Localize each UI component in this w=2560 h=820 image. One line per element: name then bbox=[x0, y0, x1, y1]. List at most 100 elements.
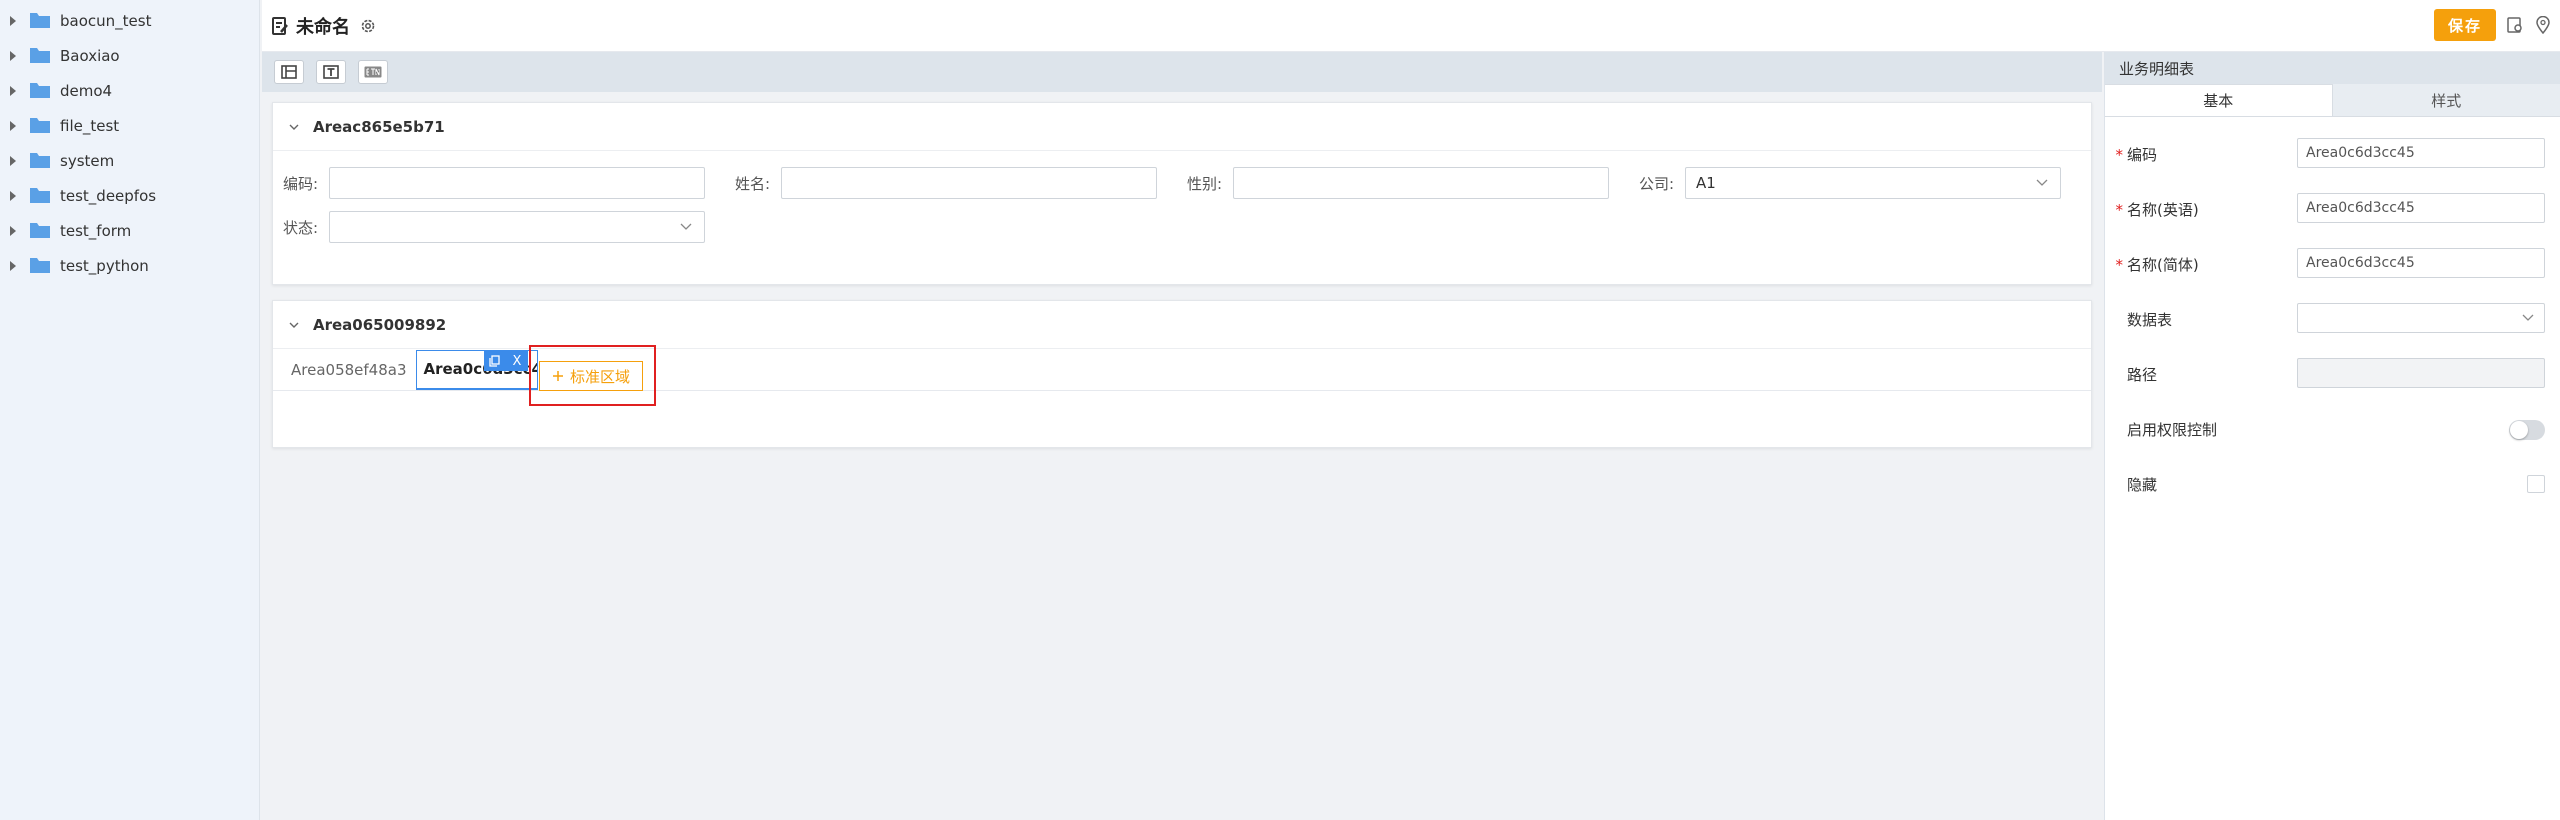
prop-label: 启用权限控制 bbox=[2127, 421, 2218, 439]
close-tab-button[interactable]: X bbox=[506, 351, 528, 371]
form-field: 状态: bbox=[283, 211, 735, 243]
prop-label: 名称(英语) bbox=[2127, 201, 2199, 219]
tree-item[interactable]: test_deepfos bbox=[0, 178, 259, 213]
prop-path: 路径 bbox=[2105, 347, 2560, 402]
chevron-down-icon bbox=[680, 223, 692, 230]
folder-icon bbox=[30, 188, 50, 203]
permission-toggle[interactable] bbox=[2509, 420, 2545, 440]
datatable-select[interactable] bbox=[2297, 303, 2545, 333]
expand-arrow-icon[interactable] bbox=[10, 85, 16, 96]
expand-arrow-icon[interactable] bbox=[10, 190, 16, 201]
expand-arrow-icon[interactable] bbox=[10, 155, 16, 166]
layout-icon bbox=[281, 65, 297, 79]
tree-item[interactable]: Baoxiao bbox=[0, 38, 259, 73]
card-header[interactable]: Area065009892 bbox=[273, 301, 2091, 349]
chevron-down-icon bbox=[2036, 179, 2048, 186]
prop-label: 隐藏 bbox=[2127, 476, 2158, 494]
path-field[interactable] bbox=[2297, 358, 2545, 388]
tab-tools: X bbox=[484, 351, 528, 371]
expand-arrow-icon[interactable] bbox=[10, 50, 16, 61]
btn-icon bbox=[364, 66, 382, 78]
form-area-card: Areac865e5b71 编码: 姓名: 性别: 公司: A1 状态: bbox=[272, 102, 2092, 285]
tree-item[interactable]: file_test bbox=[0, 108, 259, 143]
status-select[interactable] bbox=[329, 211, 705, 243]
name-en-field[interactable]: Area0c6d3cc45 bbox=[2297, 193, 2545, 223]
prop-name-zh: * 名称(简体) Area0c6d3cc45 bbox=[2105, 237, 2560, 292]
area-tab[interactable]: Area058ef48a3 bbox=[289, 350, 416, 390]
tree-item-label: system bbox=[60, 151, 115, 170]
company-select[interactable]: A1 bbox=[1685, 167, 2061, 199]
field-label: 姓名: bbox=[735, 174, 771, 193]
gender-input[interactable] bbox=[1233, 167, 1609, 199]
code-field[interactable]: Area0c6d3cc45 bbox=[2297, 138, 2545, 168]
edit-document-icon bbox=[272, 16, 288, 35]
tab-style[interactable]: 样式 bbox=[2332, 84, 2560, 116]
field-label: 性别: bbox=[1187, 174, 1223, 193]
tree-item-label: Baoxiao bbox=[60, 46, 120, 65]
component-toolbar bbox=[262, 52, 2102, 92]
gear-icon[interactable] bbox=[360, 18, 376, 34]
preview-icon[interactable] bbox=[2506, 16, 2524, 34]
design-canvas: Areac865e5b71 编码: 姓名: 性别: 公司: A1 状态: Are… bbox=[262, 92, 2102, 820]
chevron-down-icon[interactable] bbox=[289, 320, 299, 330]
expand-arrow-icon[interactable] bbox=[10, 225, 16, 236]
location-pin-icon[interactable] bbox=[2534, 15, 2552, 35]
card-title: Area065009892 bbox=[313, 315, 447, 334]
tree-item[interactable]: baocun_test bbox=[0, 3, 259, 38]
tree-item-label: demo4 bbox=[60, 81, 113, 100]
name-input[interactable] bbox=[781, 167, 1157, 199]
tree-item[interactable]: system bbox=[0, 143, 259, 178]
tab-basic[interactable]: 基本 bbox=[2105, 84, 2333, 116]
copy-tab-button[interactable] bbox=[484, 351, 506, 371]
button-tool-button[interactable] bbox=[358, 60, 388, 84]
prop-label: 路径 bbox=[2127, 366, 2158, 384]
expand-arrow-icon[interactable] bbox=[10, 15, 16, 26]
add-standard-area-button[interactable]: 标准区域 bbox=[539, 361, 643, 391]
tree-item[interactable]: demo4 bbox=[0, 73, 259, 108]
layout-tool-button[interactable] bbox=[274, 60, 304, 84]
select-value: A1 bbox=[1696, 174, 1716, 192]
form-field: 姓名: bbox=[735, 167, 1187, 199]
prop-datatable: 数据表 bbox=[2105, 292, 2560, 347]
header-actions: 保存 bbox=[2433, 9, 2552, 41]
prop-code: * 编码 Area0c6d3cc45 bbox=[2105, 127, 2560, 182]
required-mark: * bbox=[2115, 200, 2124, 219]
card-header[interactable]: Areac865e5b71 bbox=[273, 103, 2091, 151]
tree-item[interactable]: test_python bbox=[0, 248, 259, 283]
prop-permission: 启用权限控制 bbox=[2105, 402, 2560, 457]
chevron-down-icon bbox=[2522, 314, 2534, 321]
panel-title: 业务明细表 bbox=[2105, 52, 2560, 84]
plus-icon bbox=[552, 371, 563, 381]
prop-name-en: * 名称(英语) Area0c6d3cc45 bbox=[2105, 182, 2560, 237]
file-tree-sidebar: baocun_test Baoxiao demo4 file_test syst… bbox=[0, 0, 260, 820]
tree-item-label: baocun_test bbox=[60, 11, 152, 30]
chevron-down-icon[interactable] bbox=[289, 122, 299, 132]
prop-hidden: 隐藏 bbox=[2105, 457, 2560, 512]
tree-item-label: file_test bbox=[60, 116, 120, 135]
folder-icon bbox=[30, 153, 50, 168]
tree-item[interactable]: test_form bbox=[0, 213, 259, 248]
expand-arrow-icon[interactable] bbox=[10, 260, 16, 271]
prop-label: 编码 bbox=[2127, 146, 2158, 164]
folder-icon bbox=[30, 118, 50, 133]
field-label: 公司: bbox=[1639, 174, 1675, 193]
field-label: 编码: bbox=[283, 174, 319, 193]
page-title[interactable]: 未命名 bbox=[296, 13, 350, 39]
required-mark: * bbox=[2115, 255, 2124, 274]
name-zh-field[interactable]: Area0c6d3cc45 bbox=[2297, 248, 2545, 278]
card-title: Areac865e5b71 bbox=[313, 117, 445, 136]
hidden-checkbox[interactable] bbox=[2527, 475, 2545, 493]
save-button[interactable]: 保存 bbox=[2433, 9, 2496, 41]
prop-label: 名称(简体) bbox=[2127, 256, 2199, 274]
text-icon bbox=[323, 65, 339, 79]
folder-icon bbox=[30, 83, 50, 98]
folder-icon bbox=[30, 258, 50, 273]
folder-icon bbox=[30, 223, 50, 238]
toggle-knob bbox=[2510, 421, 2528, 439]
highlight-box: 标准区域 bbox=[529, 345, 656, 406]
form-grid: 编码: 姓名: 性别: 公司: A1 状态: bbox=[273, 151, 2091, 249]
text-tool-button[interactable] bbox=[316, 60, 346, 84]
expand-arrow-icon[interactable] bbox=[10, 120, 16, 131]
folder-icon bbox=[30, 48, 50, 63]
code-input[interactable] bbox=[329, 167, 705, 199]
